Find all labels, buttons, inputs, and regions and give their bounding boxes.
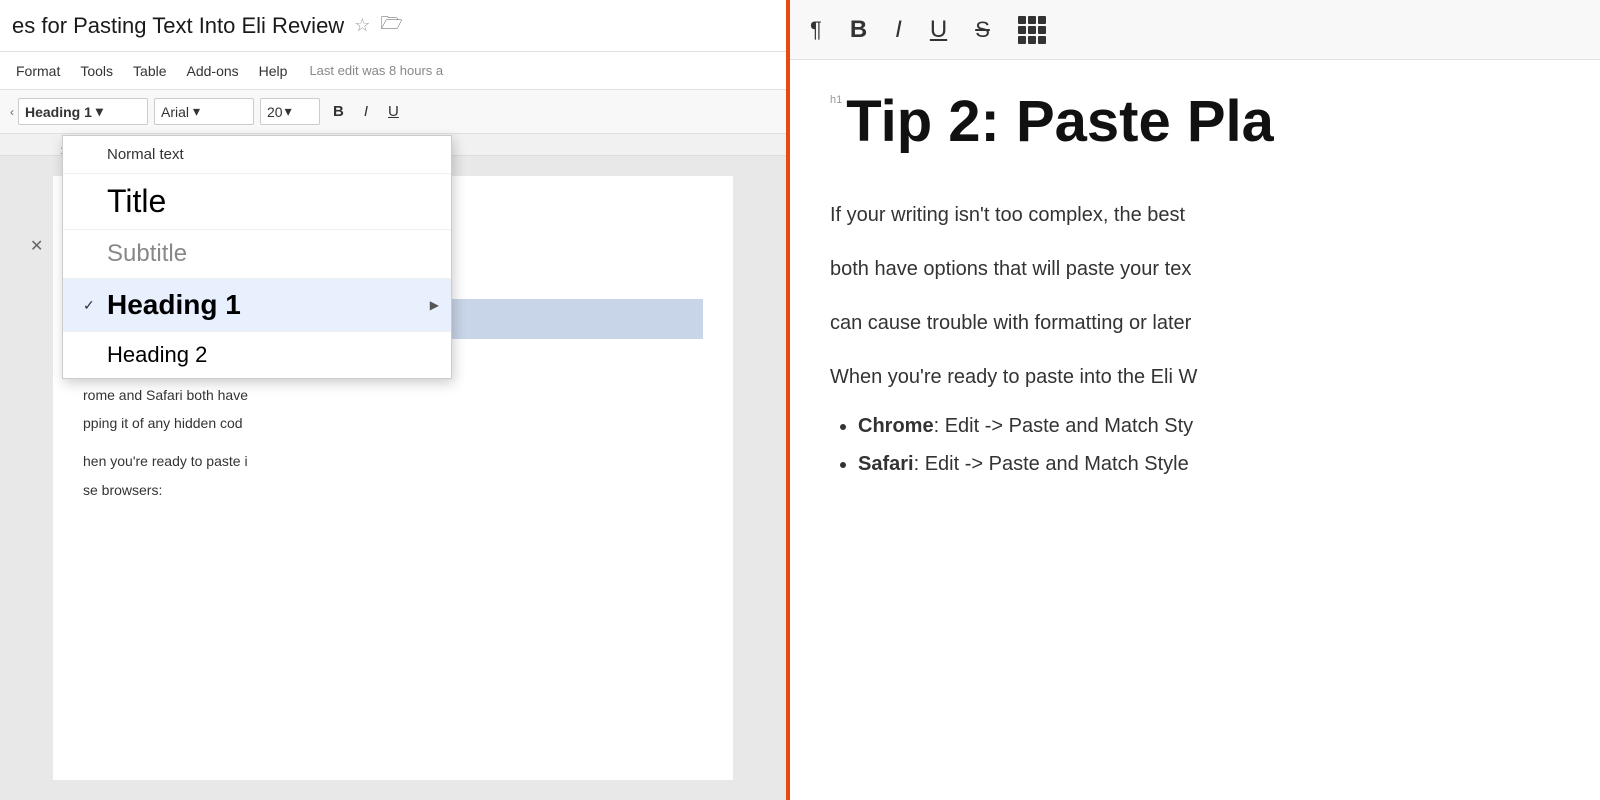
grid-dot (1038, 16, 1046, 24)
bullet-bold-chrome: Chrome (858, 415, 934, 437)
font-size-label: 20 (267, 104, 283, 120)
dropdown-h1-label: Heading 1 (107, 289, 241, 321)
dropdown-subtitle-label: Subtitle (107, 240, 187, 268)
toolbar-chevron-left[interactable]: ‹ (8, 101, 16, 123)
right-italic-button[interactable]: I (895, 16, 902, 44)
grid-icon[interactable] (1018, 16, 1046, 44)
right-main-heading: Tip 2: Paste Pla (846, 90, 1274, 154)
checkmark-h1: ✓ (83, 297, 99, 314)
dropdown-item-title[interactable]: Title (63, 174, 451, 230)
doc-line: rome and Safari both have (83, 384, 703, 406)
right-content-area: h1 Tip 2: Paste Pla If your writing isn'… (790, 60, 1600, 800)
italic-button[interactable]: I (357, 99, 375, 124)
folder-icon[interactable]: 🗁 (380, 11, 402, 41)
menu-tools[interactable]: Tools (72, 59, 121, 83)
doc-line: hen you're ready to paste i (83, 450, 703, 472)
heading-container: h1 Tip 2: Paste Pla (830, 90, 1560, 182)
bullet-rest-chrome: : Edit -> Paste and Match Sty (934, 415, 1194, 437)
dropdown-item-h2[interactable]: Heading 2 (63, 332, 451, 378)
right-bold-button[interactable]: B (850, 16, 867, 44)
bullet-list: Chrome: Edit -> Paste and Match Sty Safa… (830, 410, 1560, 480)
dropdown-item-normal[interactable]: Normal text (63, 136, 451, 174)
bullet-bold-safari: Safari (858, 453, 914, 475)
last-edit-status: Last edit was 8 hours a (309, 63, 443, 78)
list-item: Chrome: Edit -> Paste and Match Sty (858, 410, 1560, 442)
star-icon[interactable]: ☆ (354, 15, 370, 36)
grid-dot (1018, 26, 1026, 34)
doc-line: se browsers: (83, 479, 703, 501)
bold-button[interactable]: B (326, 99, 351, 124)
grid-dot (1028, 36, 1036, 44)
style-dropdown-button[interactable]: Heading 1 ▾ (18, 98, 148, 125)
font-dropdown-chevron: ▾ (193, 103, 200, 120)
grid-dot (1038, 26, 1046, 34)
right-strike-button[interactable]: S (975, 17, 990, 43)
close-button[interactable]: ✕ (30, 236, 43, 256)
right-body-para4: When you're ready to paste into the Eli … (830, 360, 1560, 394)
google-docs-panel: es for Pasting Text Into Eli Review ☆ 🗁 … (0, 0, 790, 800)
menu-addons[interactable]: Add-ons (179, 59, 247, 83)
grid-dot (1018, 16, 1026, 24)
font-size-chevron: ▾ (285, 103, 292, 120)
style-dropdown-label: Heading 1 (25, 104, 92, 120)
dropdown-item-h1[interactable]: ✓ Heading 1 ▶ (63, 279, 451, 332)
right-underline-button[interactable]: U (930, 16, 947, 44)
menu-bar: Format Tools Table Add-ons Help Last edi… (0, 52, 786, 90)
dropdown-normal-label: Normal text (107, 146, 184, 163)
grid-dot (1038, 36, 1046, 44)
h1-submenu-arrow: ▶ (430, 298, 439, 312)
style-dropdown-chevron: ▾ (96, 103, 103, 120)
underline-button[interactable]: U (381, 99, 406, 124)
h1-label: h1 (830, 94, 842, 106)
right-body-para1: If your writing isn't too complex, the b… (830, 198, 1560, 232)
menu-help[interactable]: Help (251, 59, 296, 83)
grid-dot (1028, 16, 1036, 24)
list-item: Safari: Edit -> Paste and Match Style (858, 448, 1560, 480)
document-title: es for Pasting Text Into Eli Review (12, 13, 344, 39)
title-bar: es for Pasting Text Into Eli Review ☆ 🗁 (0, 0, 786, 52)
dropdown-h2-label: Heading 2 (107, 342, 207, 368)
paragraph-icon[interactable]: ¶ (810, 17, 822, 43)
grid-dot (1028, 26, 1036, 34)
font-dropdown-label: Arial (161, 104, 189, 120)
bullet-rest-safari: : Edit -> Paste and Match Style (914, 453, 1189, 475)
dropdown-item-subtitle[interactable]: Subtitle (63, 230, 451, 279)
formatting-toolbar: ‹ Heading 1 ▾ Arial ▾ 20 ▾ B I U (0, 90, 786, 134)
menu-format[interactable]: Format (8, 59, 68, 83)
style-dropdown-menu: Normal text Title Subtitle ✓ Heading 1 ▶… (62, 135, 452, 379)
grid-dot (1018, 36, 1026, 44)
dropdown-title-label: Title (107, 184, 166, 219)
right-body-para3: can cause trouble with formatting or lat… (830, 306, 1560, 340)
right-body-para2: both have options that will paste your t… (830, 252, 1560, 286)
menu-table[interactable]: Table (125, 59, 174, 83)
font-size-dropdown[interactable]: 20 ▾ (260, 98, 320, 125)
font-dropdown-button[interactable]: Arial ▾ (154, 98, 254, 125)
eli-review-panel: ¶ B I U S h1 Tip 2: Paste Pla If your wr… (790, 0, 1600, 800)
doc-line: pping it of any hidden cod (83, 412, 703, 434)
right-toolbar: ¶ B I U S (790, 0, 1600, 60)
